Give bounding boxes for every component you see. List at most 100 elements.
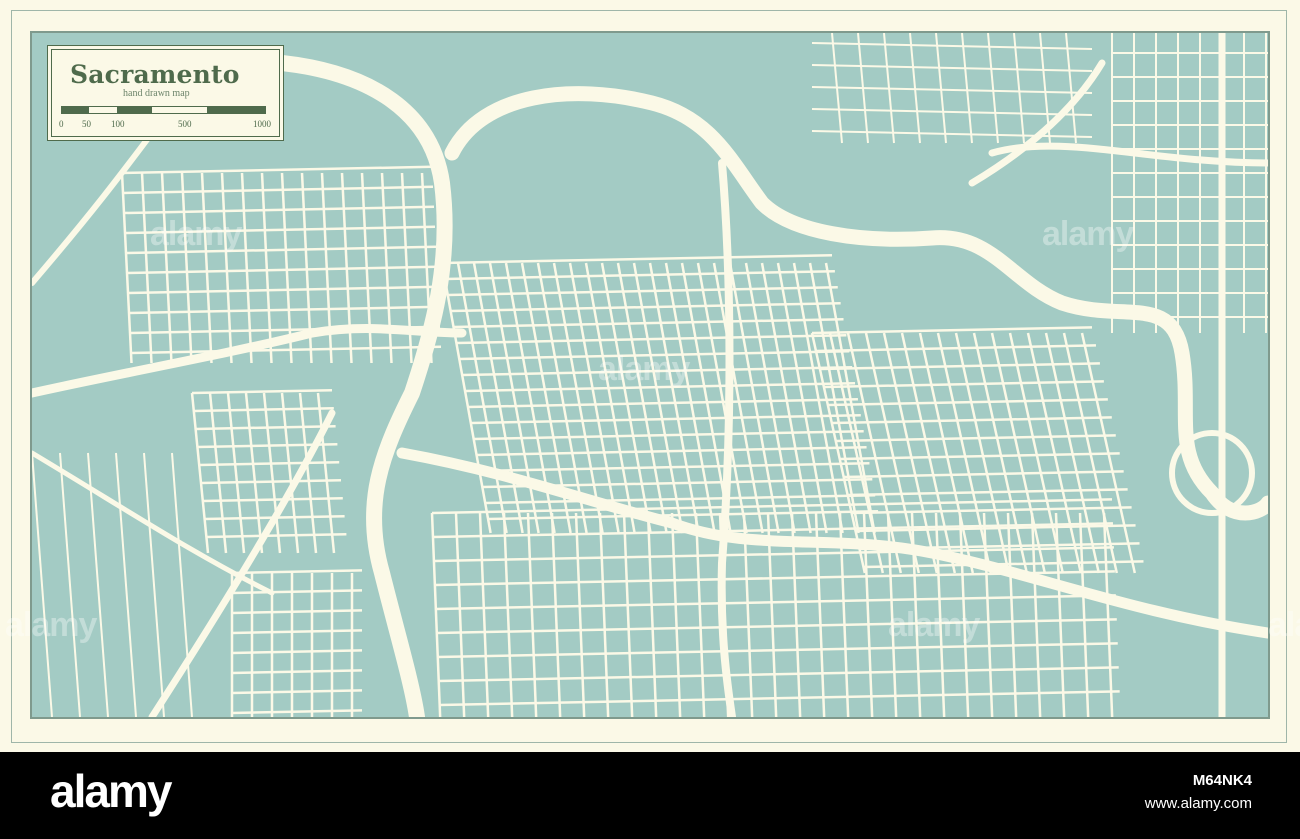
street <box>191 388 333 395</box>
street <box>195 424 336 431</box>
street <box>127 285 439 295</box>
watermark: alamy <box>1268 606 1300 644</box>
street <box>130 345 442 355</box>
street <box>550 512 562 717</box>
map-subtitle: hand drawn map <box>123 88 190 99</box>
street <box>199 460 340 467</box>
footer-bar: alamy M64NK4 www.alamy.com <box>0 752 1300 839</box>
street <box>122 185 434 195</box>
scale-segment <box>208 106 266 114</box>
street <box>622 512 634 717</box>
street <box>526 512 538 717</box>
street <box>1054 512 1066 717</box>
street <box>823 380 1104 389</box>
street <box>120 172 133 364</box>
freeway-3 <box>717 159 736 717</box>
street <box>598 512 610 717</box>
street <box>444 269 835 281</box>
scale-tick: 1000 <box>253 119 271 129</box>
watermark: alamy <box>5 606 97 644</box>
street <box>439 690 1120 707</box>
street <box>432 522 1113 539</box>
street <box>811 326 1093 335</box>
scale-tick: 100 <box>111 119 125 129</box>
street <box>456 333 847 345</box>
street <box>200 478 342 485</box>
street <box>121 165 433 175</box>
street <box>208 392 228 554</box>
street <box>200 172 213 364</box>
watermark: alamy <box>150 215 242 253</box>
street <box>128 305 440 315</box>
street <box>488 509 879 521</box>
street <box>473 429 864 441</box>
street <box>476 445 867 457</box>
street <box>180 172 193 364</box>
street <box>126 265 438 275</box>
street <box>438 666 1119 683</box>
street <box>1006 512 1018 717</box>
street <box>909 33 921 144</box>
street <box>244 392 264 554</box>
street <box>935 33 947 144</box>
street <box>231 569 363 575</box>
street <box>436 618 1117 635</box>
street <box>1013 33 1025 144</box>
street <box>811 108 1093 116</box>
street <box>811 42 1093 50</box>
watermark: alamy <box>1042 215 1134 253</box>
street <box>450 301 841 313</box>
street <box>433 546 1114 563</box>
street <box>260 172 273 364</box>
street <box>835 434 1116 443</box>
street <box>32 452 53 717</box>
scale-segment <box>151 106 208 114</box>
street <box>430 512 442 717</box>
footer-info: M64NK4 www.alamy.com <box>1145 772 1252 812</box>
street <box>280 392 300 554</box>
scale-ticks: 0 50 100 500 1000 <box>48 119 285 131</box>
scale-tick: 50 <box>82 119 91 129</box>
street <box>485 493 876 505</box>
street <box>190 392 210 554</box>
street <box>843 470 1124 479</box>
street <box>811 64 1093 72</box>
street <box>437 642 1118 659</box>
map-poster: alamy alamy alamy alamy alamy alamy Sacr… <box>0 0 1300 752</box>
street <box>206 532 347 539</box>
street <box>59 452 81 717</box>
street <box>467 397 858 409</box>
street <box>827 398 1108 407</box>
street <box>123 205 435 215</box>
watermark: alamy <box>888 606 980 644</box>
street <box>815 344 1096 353</box>
street <box>574 512 586 717</box>
street <box>454 512 466 717</box>
street <box>670 512 682 717</box>
street <box>453 317 844 329</box>
street <box>694 512 706 717</box>
street <box>240 172 253 364</box>
map-legend: Sacramento hand drawn map 0 50 100 500 1… <box>47 45 284 141</box>
street <box>819 362 1100 371</box>
scale-segment <box>88 106 118 114</box>
street <box>193 406 334 413</box>
street <box>646 512 658 717</box>
image-id: M64NK4 <box>1192 772 1252 789</box>
street <box>140 172 153 364</box>
street <box>226 392 246 554</box>
street <box>811 86 1093 94</box>
street <box>470 413 861 425</box>
street <box>478 512 490 717</box>
map-title: Sacramento <box>70 60 240 89</box>
street <box>839 452 1120 461</box>
site-url[interactable]: www.alamy.com <box>1145 795 1252 812</box>
street <box>987 33 999 144</box>
scale-tick: 0 <box>59 119 64 129</box>
street <box>435 594 1116 611</box>
street <box>447 285 838 297</box>
street <box>115 452 137 717</box>
street <box>831 416 1112 425</box>
street <box>982 512 994 717</box>
street <box>479 461 870 473</box>
